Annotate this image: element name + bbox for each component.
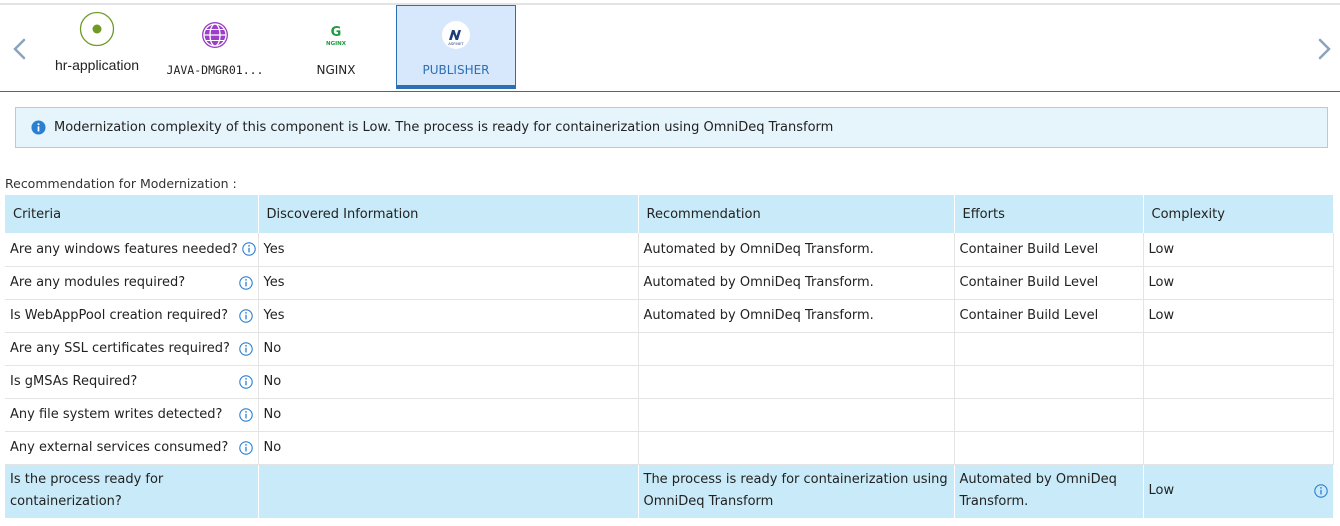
criteria-text: Are any SSL certificates required?: [10, 341, 230, 356]
table-row: Are any windows features needed? Yes Aut…: [5, 233, 1334, 267]
nginx-logo-text: NGINX: [326, 41, 347, 47]
complexity-cell: Low: [1143, 233, 1334, 267]
chevron-left-icon: [13, 38, 26, 60]
efforts-cell: [954, 431, 1144, 465]
complexity-text: Low: [1148, 483, 1175, 499]
criteria-text: Is gMSAs Required?: [10, 374, 138, 389]
nginx-logo-icon: G NGINX: [326, 25, 347, 47]
criteria-text: Any external services consumed?: [10, 440, 229, 455]
tab-label: NGINX: [316, 63, 356, 77]
complexity-cell: [1143, 365, 1334, 399]
efforts-cell: [954, 332, 1144, 366]
tab-nginx[interactable]: G NGINX NGINX: [276, 5, 396, 89]
section-title: Recommendation for Modernization :: [5, 176, 237, 191]
column-header-discovered: Discovered Information: [258, 195, 639, 233]
criteria-cell: Is the process ready for containerizatio…: [5, 464, 259, 518]
info-circle-icon[interactable]: [238, 341, 253, 356]
tab-hr-application[interactable]: hr-application: [37, 5, 157, 89]
aspnet-logo-icon: ASP.NET: [442, 21, 470, 49]
tab-java-dmgr[interactable]: JAVA-DMGR01...: [155, 5, 275, 89]
criteria-cell: Is gMSAs Required?: [5, 365, 259, 399]
recommendation-cell: The process is ready for containerizatio…: [638, 464, 955, 518]
criteria-text: Any file system writes detected?: [10, 407, 223, 422]
table-header-row: Criteria Discovered Information Recommen…: [5, 195, 1334, 233]
recommendation-cell: [638, 365, 955, 399]
column-header-complexity: Complexity: [1143, 195, 1334, 233]
criteria-cell: Are any modules required?: [5, 266, 259, 300]
complexity-banner: Modernization complexity of this compone…: [15, 107, 1328, 148]
status-dot-icon: [79, 11, 115, 47]
complexity-cell: [1143, 332, 1334, 366]
tab-underline: [0, 91, 1340, 92]
info-circle-icon[interactable]: [238, 440, 253, 455]
complexity-cell: Low: [1143, 266, 1334, 300]
recommendation-cell: Automated by OmniDeq Transform.: [638, 299, 955, 333]
table-row: Are any SSL certificates required? No: [5, 332, 1334, 366]
column-header-recommendation: Recommendation: [638, 195, 955, 233]
criteria-cell: Any file system writes detected?: [5, 398, 259, 432]
complexity-cell: Low: [1143, 464, 1334, 518]
tab-label: hr-application: [54, 57, 140, 73]
tab-publisher[interactable]: ASP.NET PUBLISHER: [396, 5, 516, 89]
efforts-cell: [954, 365, 1144, 399]
criteria-text: Are any windows features needed?: [10, 241, 238, 257]
info-circle-icon[interactable]: [238, 308, 253, 323]
table-row: Any file system writes detected? No: [5, 398, 1334, 432]
info-icon: [31, 120, 46, 135]
criteria-text: Is WebAppPool creation required?: [10, 308, 229, 323]
scroll-right-button[interactable]: [1312, 33, 1336, 65]
banner-text: Modernization complexity of this compone…: [54, 120, 834, 135]
discovered-cell: Yes: [258, 299, 639, 333]
summary-row: Is the process ready for containerizatio…: [5, 464, 1334, 518]
efforts-cell: Container Build Level: [954, 266, 1144, 300]
component-tabstrip: hr-application JAVA-DMGR01... G NGINX NG…: [0, 5, 1340, 91]
discovered-cell: [258, 464, 639, 518]
info-circle-icon[interactable]: [238, 275, 253, 290]
discovered-cell: No: [258, 365, 639, 399]
complexity-cell: [1143, 398, 1334, 432]
recommendation-table: Criteria Discovered Information Recommen…: [5, 195, 1334, 518]
column-header-criteria: Criteria: [5, 195, 259, 233]
svg-text:G: G: [331, 25, 342, 40]
criteria-cell: Any external services consumed?: [5, 431, 259, 465]
recommendation-cell: [638, 332, 955, 366]
info-circle-icon[interactable]: [238, 374, 253, 389]
table-row: Are any modules required? Yes Automated …: [5, 266, 1334, 300]
column-header-efforts: Efforts: [954, 195, 1144, 233]
criteria-text: Are any modules required?: [10, 275, 186, 290]
table-row: Is gMSAs Required? No: [5, 365, 1334, 399]
complexity-cell: Low: [1143, 299, 1334, 333]
recommendation-cell: [638, 398, 955, 432]
tab-label: JAVA-DMGR01...: [166, 63, 264, 77]
globe-icon: [202, 22, 228, 48]
efforts-cell: [954, 398, 1144, 432]
criteria-cell: Are any windows features needed?: [5, 233, 259, 267]
efforts-cell: Container Build Level: [954, 299, 1144, 333]
criteria-cell: Is WebAppPool creation required?: [5, 299, 259, 333]
efforts-cell: Container Build Level: [954, 233, 1144, 267]
complexity-cell: [1143, 431, 1334, 465]
info-circle-icon[interactable]: [242, 242, 256, 256]
scroll-left-button[interactable]: [8, 33, 32, 65]
recommendation-cell: Automated by OmniDeq Transform.: [638, 266, 955, 300]
criteria-cell: Are any SSL certificates required?: [5, 332, 259, 366]
tab-label: PUBLISHER: [422, 63, 490, 77]
discovered-cell: Yes: [258, 266, 639, 300]
table-row: Is WebAppPool creation required? Yes Aut…: [5, 299, 1334, 333]
recommendation-cell: Automated by OmniDeq Transform.: [638, 233, 955, 267]
discovered-cell: Yes: [258, 233, 639, 267]
efforts-cell: Automated by OmniDeq Transform.: [954, 464, 1144, 518]
chevron-right-icon: [1318, 38, 1331, 60]
info-circle-icon[interactable]: [238, 407, 253, 422]
aspnet-logo-text: ASP.NET: [448, 41, 464, 46]
recommendation-cell: [638, 431, 955, 465]
info-circle-icon[interactable]: [1313, 484, 1328, 498]
discovered-cell: No: [258, 398, 639, 432]
discovered-cell: No: [258, 431, 639, 465]
discovered-cell: No: [258, 332, 639, 366]
table-row: Any external services consumed? No: [5, 431, 1334, 465]
